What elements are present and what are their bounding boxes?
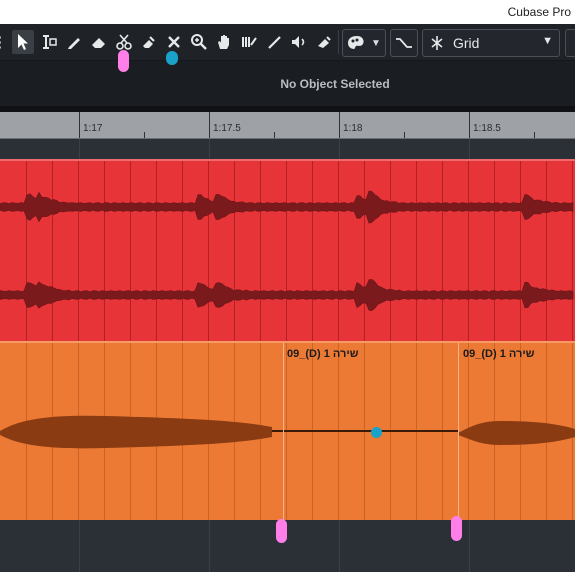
waveform-red xyxy=(0,190,574,311)
info-line-status: No Object Selected xyxy=(280,77,390,91)
app-title: Cubase Pro xyxy=(507,5,571,19)
grid-line xyxy=(79,520,80,572)
object-select-icon[interactable] xyxy=(12,30,34,54)
grid-line xyxy=(339,139,340,159)
grid-line xyxy=(209,139,210,159)
pink-marker xyxy=(451,516,462,541)
title-bar: Cubase Pro xyxy=(0,0,575,24)
palette-icon xyxy=(348,36,364,49)
hand-icon[interactable] xyxy=(213,30,235,54)
grid-line xyxy=(469,520,470,572)
ruler-minor-tick xyxy=(144,132,145,138)
zoom-icon[interactable] xyxy=(188,30,210,54)
waveform-orange xyxy=(0,415,575,449)
event-boundary[interactable] xyxy=(283,343,284,520)
pink-marker xyxy=(118,50,129,72)
blue-marker xyxy=(371,427,382,438)
glue-icon[interactable] xyxy=(138,30,160,54)
ruler-minor-tick xyxy=(534,132,535,138)
audio-event-label: 09_(D) שירה 1 xyxy=(463,348,535,360)
play-speaker-icon[interactable] xyxy=(288,30,310,54)
audio-event-red[interactable] xyxy=(0,159,575,341)
chevron-down-icon: ▼ xyxy=(542,35,553,47)
range-select-icon[interactable] xyxy=(38,30,60,54)
snap-type-value: Grid xyxy=(453,35,480,51)
line-icon[interactable] xyxy=(263,30,285,54)
ruler-minor-tick xyxy=(404,132,405,138)
erase-icon[interactable] xyxy=(88,30,110,54)
blue-marker xyxy=(166,51,178,65)
ruler-major-tick xyxy=(209,112,210,138)
grid-line xyxy=(469,139,470,159)
ruler-major-tick xyxy=(339,112,340,138)
grid-line xyxy=(209,520,210,572)
ruler-major-tick xyxy=(469,112,470,138)
ruler-label: 1:18 xyxy=(343,123,363,134)
draw-icon[interactable] xyxy=(63,30,85,54)
track-gap xyxy=(0,139,575,159)
empty-track-area xyxy=(0,520,575,572)
ruler-minor-tick xyxy=(274,132,275,138)
colors-menu-button[interactable]: ▼ xyxy=(342,29,386,57)
snap-icon xyxy=(396,38,412,48)
snap-type-select[interactable]: Grid ▼ xyxy=(422,29,560,57)
time-warp-icon[interactable] xyxy=(238,30,260,54)
ruler-label: 1:18.5 xyxy=(473,123,501,134)
ruler-major-tick xyxy=(79,112,80,138)
toolbar: ⋮ ▼ Grid ▼ xyxy=(0,24,575,61)
ruler-label: 1:17.5 xyxy=(213,123,241,134)
quantize-button[interactable] xyxy=(565,29,575,57)
color-icon[interactable] xyxy=(313,30,335,54)
ruler[interactable]: 1:17 1:17.5 1:18 1:18.5 xyxy=(0,112,575,139)
audio-track-orange[interactable]: 09_(D) שירה 1 09_(D) שירה 1 xyxy=(0,341,575,522)
grid-line xyxy=(79,139,80,159)
grid-line xyxy=(339,520,340,572)
audio-event-label: 09_(D) שירה 1 xyxy=(287,348,359,360)
snap-toggle-button[interactable] xyxy=(390,29,418,57)
pink-marker xyxy=(276,519,287,543)
menu-icon[interactable]: ⋮ xyxy=(0,30,8,54)
snap-type-icon xyxy=(431,36,443,50)
chevron-down-icon: ▼ xyxy=(371,37,381,49)
ruler-label: 1:17 xyxy=(83,123,103,134)
event-boundary[interactable] xyxy=(458,343,459,520)
info-line: No Object Selected xyxy=(0,61,575,106)
toolbar-separator xyxy=(338,30,339,54)
